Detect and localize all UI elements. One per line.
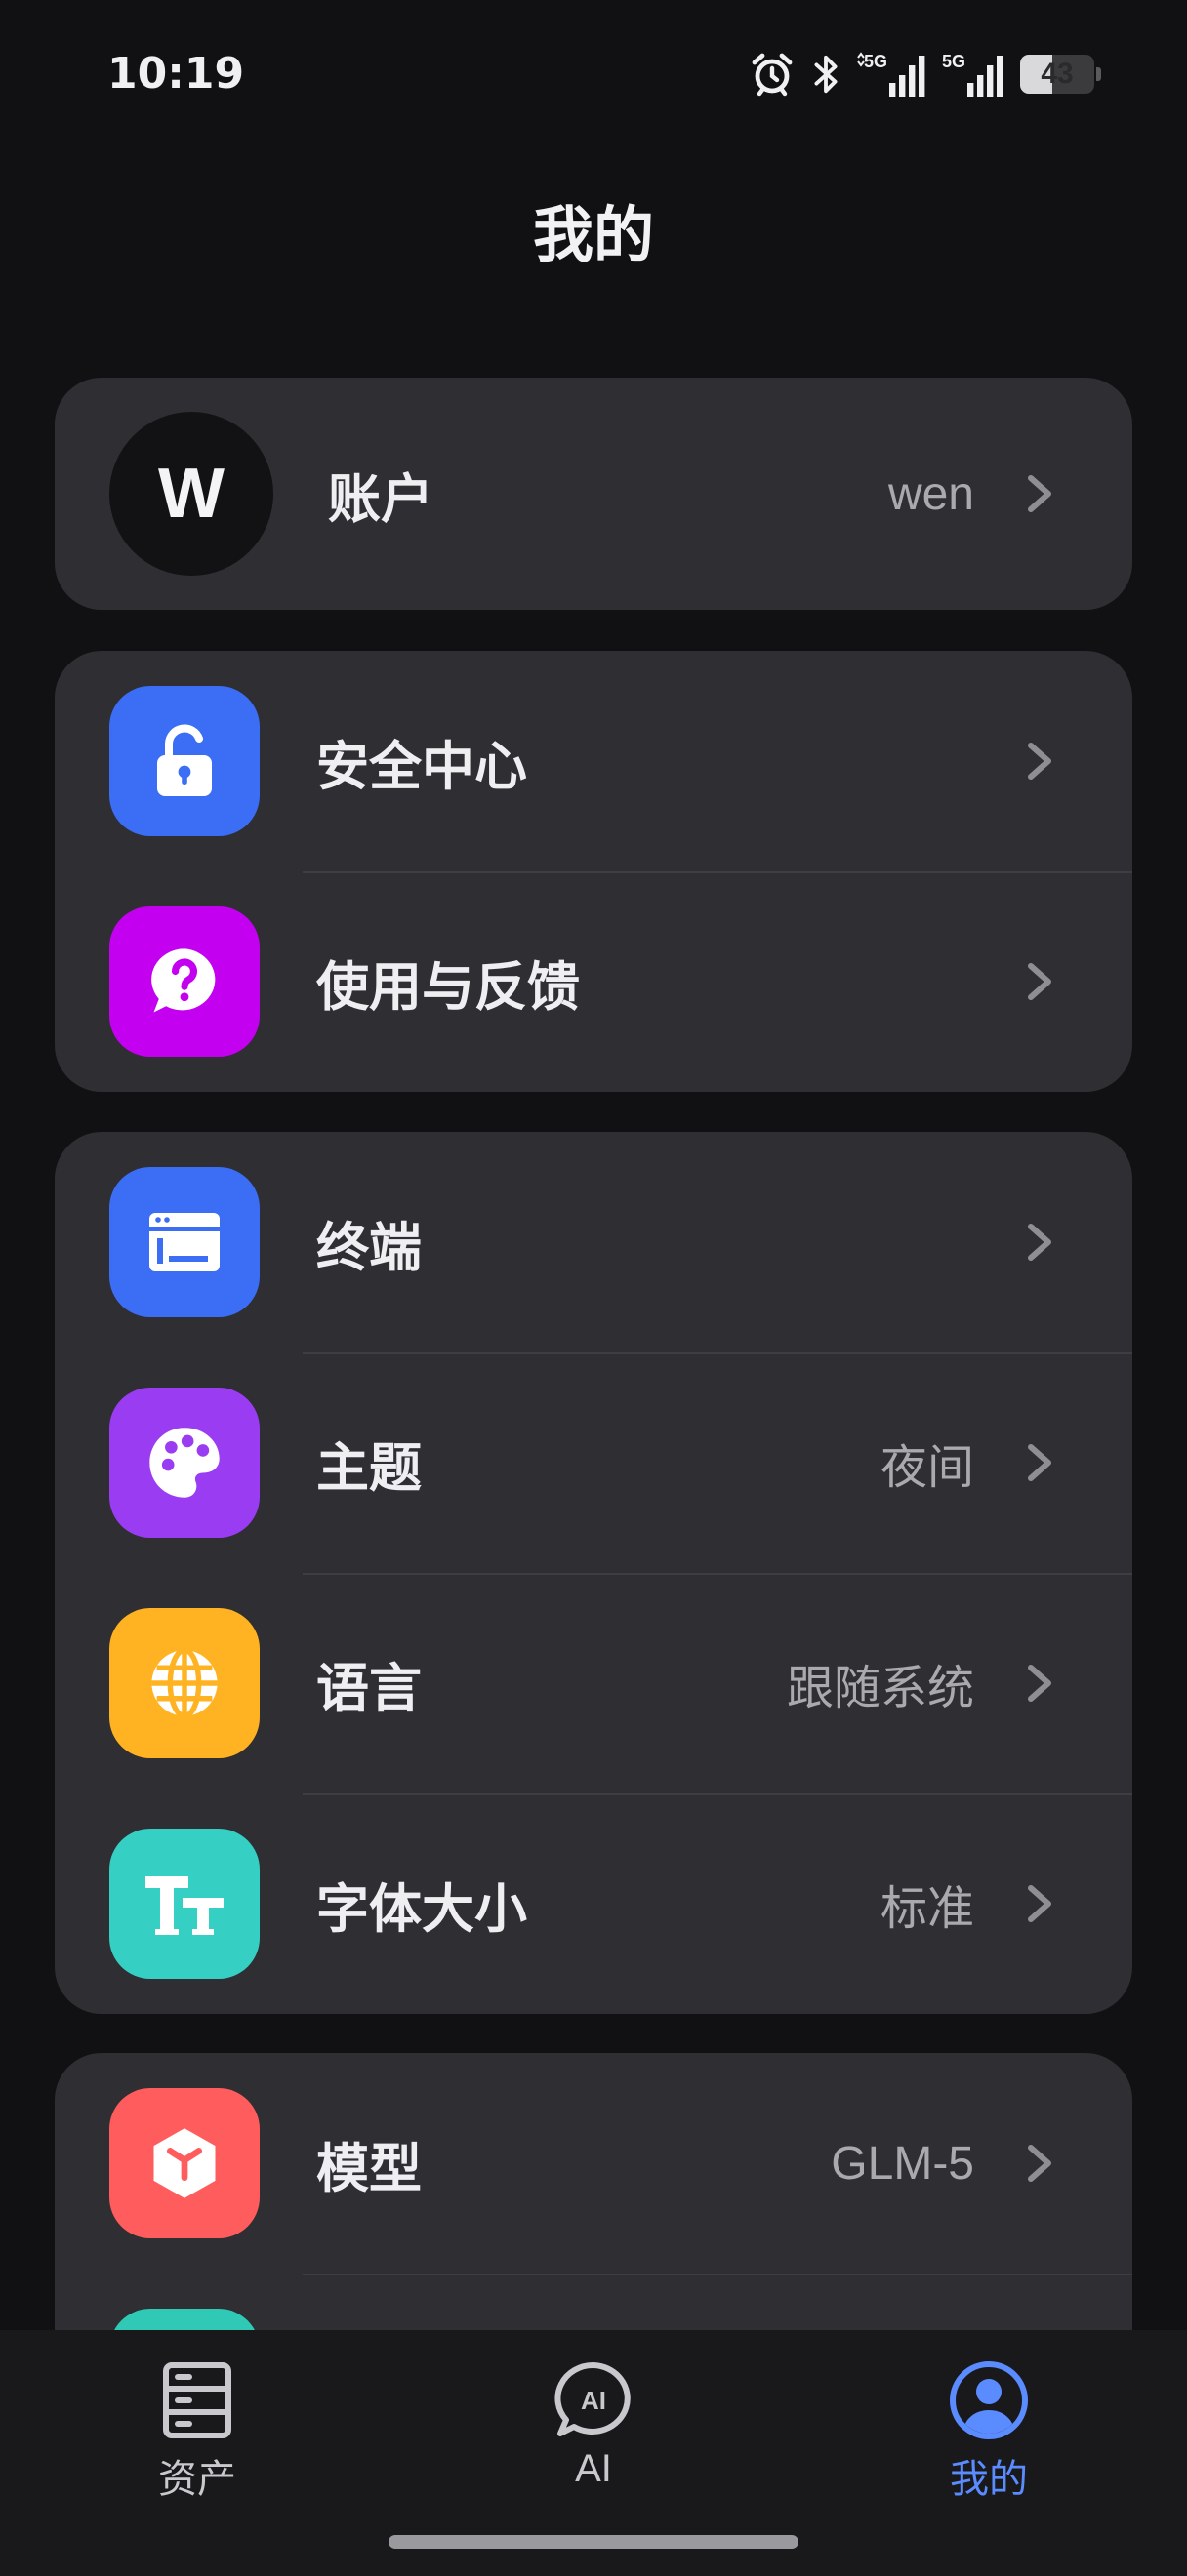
settings-item-language[interactable]: 语言 跟随系统	[55, 1573, 1132, 1793]
model-value: GLM-5	[831, 2137, 974, 2190]
chevron-right-icon	[1028, 2145, 1051, 2182]
home-indicator	[389, 2535, 798, 2549]
chevron-right-icon	[1028, 1224, 1051, 1261]
svg-text:AI: AI	[581, 2386, 606, 2415]
account-label: 账户	[328, 467, 433, 530]
status-bar: 10:19 5G 5G 43	[0, 0, 1187, 146]
nav-label: 我的	[950, 2457, 1028, 2502]
account-row[interactable]: W 账户 wen	[55, 378, 1132, 610]
model-card: 模型 GLM-5	[55, 2053, 1132, 2346]
account-card: W 账户 wen	[55, 378, 1132, 610]
settings-item-theme[interactable]: 主题 夜间	[55, 1352, 1132, 1573]
settings-item-label: 模型	[316, 2137, 422, 2199]
settings-item-label: 终端	[316, 1216, 422, 1278]
chevron-right-icon	[1028, 1665, 1051, 1702]
question-bubble-icon	[109, 906, 260, 1057]
battery-icon: 43	[1020, 55, 1094, 94]
avatar: W	[109, 412, 273, 576]
terminal-window-icon	[109, 1167, 260, 1317]
font-size-value: 标准	[880, 1881, 974, 1936]
unlock-icon	[109, 686, 260, 836]
chevron-right-icon	[1028, 1885, 1051, 1922]
palette-icon	[109, 1388, 260, 1538]
nav-tab-assets[interactable]: 资产	[100, 2359, 295, 2504]
globe-icon	[109, 1608, 260, 1758]
settings-item-label: 字体大小	[316, 1877, 527, 1940]
page-title: 我的	[532, 199, 654, 270]
signal-5g-icon: 5G	[856, 50, 928, 99]
language-value: 跟随系统	[786, 1661, 974, 1715]
chevron-right-icon	[1028, 963, 1051, 1000]
font-size-icon	[109, 1829, 260, 1979]
profile-icon	[950, 2361, 1028, 2439]
settings-item-label: 主题	[316, 1436, 422, 1499]
battery-level: 43	[1041, 58, 1074, 90]
settings-item-font-size[interactable]: 字体大小 标准	[55, 1793, 1132, 2014]
settings-item-model[interactable]: 模型 GLM-5	[55, 2053, 1132, 2274]
settings-item-label: 语言	[316, 1657, 422, 1719]
alarm-icon	[749, 51, 796, 98]
theme-value: 夜间	[880, 1440, 974, 1495]
settings-item-terminal[interactable]: 终端	[55, 1132, 1132, 1352]
nav-label: 资产	[158, 2457, 236, 2502]
settings-item-label: 使用与反馈	[316, 955, 580, 1018]
status-time: 10:19	[107, 49, 245, 99]
bluetooth-icon	[809, 52, 842, 97]
chevron-right-icon	[1028, 743, 1051, 780]
chevron-right-icon	[1028, 1444, 1051, 1481]
settings-item-security-center[interactable]: 安全中心	[55, 651, 1132, 871]
settings-item-label: 安全中心	[316, 735, 527, 797]
status-icons: 5G 5G 43	[749, 47, 1101, 101]
security-feedback-card: 安全中心 使用与反馈	[55, 651, 1132, 1092]
chevron-right-icon	[1028, 475, 1051, 512]
battery-tip	[1096, 67, 1101, 81]
server-stack-icon	[163, 2362, 231, 2438]
signal-5g-icon: 5G	[942, 50, 1006, 99]
ai-chat-icon: AI	[554, 2361, 631, 2436]
cube-icon	[109, 2088, 260, 2238]
nav-tab-profile[interactable]: 我的	[891, 2359, 1086, 2504]
svg-text:5G: 5G	[864, 52, 887, 71]
nav-tab-ai[interactable]: AI AI	[496, 2359, 691, 2491]
settings-item-usage-feedback[interactable]: 使用与反馈	[55, 871, 1132, 1092]
preferences-card: 终端 主题 夜间 语言 跟随系统 字体大小 标准	[55, 1132, 1132, 2014]
account-username: wen	[887, 467, 974, 520]
nav-label: AI	[575, 2447, 612, 2490]
svg-text:5G: 5G	[942, 52, 965, 71]
